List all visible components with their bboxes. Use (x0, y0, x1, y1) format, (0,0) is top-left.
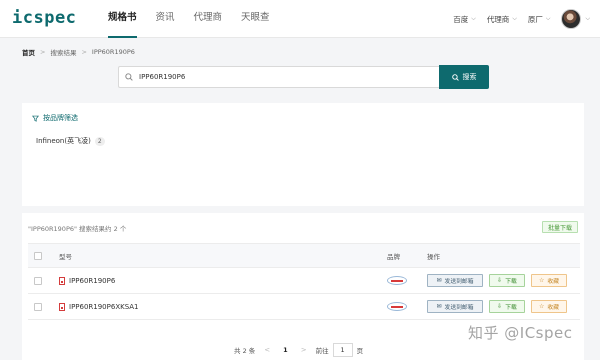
main-nav: 规格书 资讯 代理商 天眼查 (108, 0, 289, 38)
nav-tab-tianyancha[interactable]: 天眼查 (241, 0, 270, 38)
send-email-label: 发送到邮箱 (444, 279, 474, 285)
part-link[interactable]: IPP60R190P6 (59, 276, 116, 285)
brand-filter-panel: 按品牌筛选 Infineon(英飞凌) 2 (22, 103, 584, 206)
funnel-icon (32, 115, 39, 122)
brand-filter-title: 按品牌筛选 (32, 113, 78, 123)
bulk-download-label: 批量下载 (547, 224, 572, 232)
chevron-down-icon[interactable]: ⌵ (585, 15, 590, 23)
row-checkbox[interactable] (34, 276, 42, 285)
favorite-button[interactable]: ☆ 收藏 (531, 300, 567, 313)
download-icon: ⇩ (497, 277, 503, 284)
menu-distributor-label: 代理商 (486, 14, 510, 24)
nav-tab-news[interactable]: 资讯 (156, 0, 175, 38)
brand-name: Infineon(英飞凌) (36, 137, 91, 145)
star-icon: ☆ (539, 277, 545, 284)
goto-label: 前往 (315, 347, 329, 355)
pagination: 共 2 条 < 1 > 前往 1 页 (234, 343, 363, 357)
pdf-icon (59, 302, 65, 311)
breadcrumb-search-results[interactable]: 搜索结果 (50, 47, 76, 57)
search-icon (451, 73, 459, 81)
breadcrumb-home[interactable]: 首页 (22, 47, 35, 57)
brand-filter-option[interactable]: Infineon(英飞凌) 2 (36, 136, 105, 146)
search-button[interactable]: 搜索 (439, 65, 489, 89)
column-header-model: 型号 (59, 252, 72, 261)
chevron-down-icon: ⌵ (471, 15, 476, 22)
search-button-label: 搜索 (462, 73, 477, 81)
select-all-checkbox[interactable] (34, 251, 42, 260)
breadcrumb-separator: > (40, 48, 46, 56)
chevron-down-icon: ⌵ (545, 15, 551, 22)
download-button[interactable]: ⇩ 下载 (489, 274, 525, 287)
breadcrumb-separator: > (81, 48, 87, 56)
infineon-logo-icon (387, 302, 407, 311)
menu-manufacturer-label: 原厂 (527, 14, 543, 24)
pagination-total: 共 2 条 (234, 347, 256, 355)
prev-page-icon[interactable]: < (264, 346, 270, 354)
site-logo[interactable]: icspec (12, 8, 76, 28)
results-table: 型号 品牌 操作 IPP60R190P6 ✉ 发送到邮箱 ⇩ 下载 ☆ 收藏 IPP6… (28, 243, 580, 320)
top-header: icspec 规格书 资讯 代理商 天眼查 百度 ⌵ 代理商 ⌵ 原厂 ⌵ ⌵ (0, 0, 600, 38)
page-unit-label: 页 (356, 347, 364, 355)
menu-manufacturer[interactable]: 原厂 ⌵ (528, 14, 551, 25)
table-row: IPP60R190P6XKSA1 ✉ 发送到邮箱 ⇩ 下载 ☆ 收藏 (28, 294, 580, 320)
send-email-label: 发送到邮箱 (444, 305, 474, 311)
column-header-brand: 品牌 (387, 252, 400, 261)
table-header-row: 型号 品牌 操作 (28, 244, 580, 268)
chevron-down-icon: ⌵ (512, 15, 517, 22)
part-number: IPP60R190P6XKSA1 (69, 302, 139, 311)
nav-tab-datasheet[interactable]: 规格书 (108, 0, 137, 38)
result-summary: "IPP60R190P6" 搜索结果约 2 个 (28, 225, 127, 233)
breadcrumb-current: IPP60R190P6 (91, 48, 135, 56)
search-icon (125, 73, 133, 81)
download-icon: ⇩ (497, 303, 503, 310)
menu-distributor[interactable]: 代理商 ⌵ (487, 14, 517, 25)
column-header-ops: 操作 (427, 252, 440, 261)
user-avatar[interactable] (561, 9, 582, 29)
download-label: 下载 (505, 279, 517, 285)
page-jump-input[interactable]: 1 (332, 343, 353, 357)
send-email-button[interactable]: ✉ 发送到邮箱 (427, 300, 483, 313)
bulk-download-button[interactable]: 批量下载 (541, 221, 578, 233)
mail-icon: ✉ (436, 277, 442, 284)
favorite-label: 收藏 (547, 279, 559, 285)
next-page-icon[interactable]: > (301, 346, 307, 354)
row-actions: ✉ 发送到邮箱 ⇩ 下载 ☆ 收藏 (427, 300, 573, 313)
favorite-label: 收藏 (547, 305, 559, 311)
row-checkbox[interactable] (34, 302, 42, 311)
part-number: IPP60R190P6 (69, 276, 116, 285)
brand-filter-label: 按品牌筛选 (43, 114, 78, 122)
header-right: 百度 ⌵ 代理商 ⌵ 原厂 ⌵ ⌵ (453, 0, 590, 38)
table-row: IPP60R190P6 ✉ 发送到邮箱 ⇩ 下载 ☆ 收藏 (28, 268, 580, 294)
brand-cell (387, 302, 407, 311)
zhihu-watermark: 知乎 @ICspec (468, 324, 573, 342)
brand-count-badge: 2 (94, 136, 105, 146)
favorite-button[interactable]: ☆ 收藏 (531, 274, 567, 287)
pdf-icon (59, 276, 65, 285)
search-input[interactable] (139, 73, 419, 81)
star-icon: ☆ (539, 303, 545, 310)
search-box (118, 66, 439, 88)
row-actions: ✉ 发送到邮箱 ⇩ 下载 ☆ 收藏 (427, 274, 573, 287)
download-button[interactable]: ⇩ 下载 (489, 300, 525, 313)
download-label: 下载 (505, 305, 517, 311)
part-link[interactable]: IPP60R190P6XKSA1 (59, 302, 139, 311)
send-email-button[interactable]: ✉ 发送到邮箱 (427, 274, 483, 287)
menu-baidu[interactable]: 百度 ⌵ (453, 14, 476, 25)
nav-tab-distributors[interactable]: 代理商 (194, 0, 223, 38)
brand-cell (387, 276, 407, 285)
breadcrumb: 首页 > 搜索结果 > IPP60R190P6 (22, 47, 135, 57)
page-number-current[interactable]: 1 (283, 346, 288, 354)
menu-baidu-label: 百度 (453, 14, 469, 24)
infineon-logo-icon (387, 276, 407, 285)
mail-icon: ✉ (436, 303, 442, 310)
